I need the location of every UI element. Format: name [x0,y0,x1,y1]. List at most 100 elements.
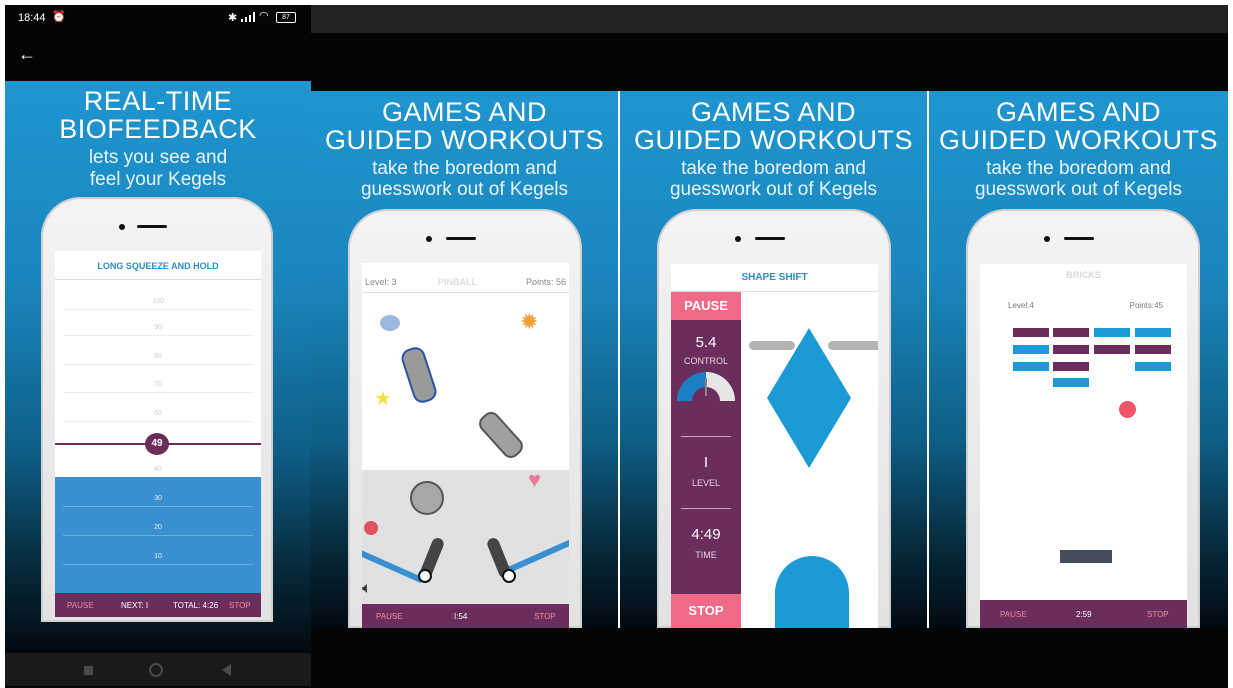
bluetooth-icon: ✱ [228,12,238,24]
brick [1053,378,1089,387]
level-value: I [703,454,709,471]
top-strip [311,5,1228,33]
subheadline-line-2: guesswork out of Kegels [360,179,568,200]
sun-icon: ✹ [520,309,539,334]
brick [1013,328,1049,337]
pause-button[interactable]: PAUSE [67,601,94,610]
subheadline-line-1: take the boredom and [681,158,866,179]
recents-icon[interactable] [84,666,93,675]
ball [410,481,444,515]
stop-button[interactable]: STOP [671,594,741,628]
ball [1119,401,1136,418]
subheadline-line-1: take the boredom and [372,158,557,179]
tick-100: 100 [152,298,164,305]
back-arrow-icon[interactable]: ← [18,44,36,65]
stop-button[interactable]: STOP [1147,610,1169,619]
timer-label: 2:59 [1076,610,1092,619]
brick [1053,345,1089,354]
phone-frame: SHAPE SHIFT PAUSE 5.4 CONTROL I LEVEL 4:… [657,209,891,628]
tick-10: 10 [154,553,162,560]
paddle[interactable] [1060,550,1112,563]
brick [1135,345,1171,354]
game-title: BRICKS [1066,270,1101,280]
wifi-icon: ◠ [259,10,269,22]
tick-80: 80 [154,353,162,360]
player-shape[interactable] [775,556,849,628]
tick-30: 30 [154,495,162,502]
pause-button[interactable]: PAUSE [671,292,741,320]
phone-frame: Level: 3 PINBALL Points: 56 ✹ ★ ♥ 🔈︎ PAU… [348,209,582,628]
tick-90: 90 [154,324,162,331]
level-label: Level: 3 [365,277,397,287]
control-value: 5.4 [695,334,717,351]
bumper-capsule-2 [475,408,527,462]
phone-screen: BRICKS Level:4 Points:45 PAUSE 2:59 STOP [980,264,1187,628]
panel-bricks: GAMES AND GUIDED WORKOUTS take the bored… [929,91,1228,628]
tick-20: 20 [154,524,162,531]
panel-shape-shift: GAMES AND GUIDED WORKOUTS take the bored… [620,91,927,628]
headline-line-1: REAL-TIME [83,86,233,116]
points-label: Points: 56 [525,277,566,287]
time-value: 4:49 [691,526,721,543]
game-title: PINBALL [438,277,477,287]
next-label: NEXT: I [121,601,149,610]
panel-pinball: GAMES AND GUIDED WORKOUTS take the bored… [311,91,618,628]
stop-button[interactable]: STOP [229,601,251,610]
headline-line-1: GAMES AND [690,97,857,127]
heart-icon: ♥ [528,467,542,492]
battery-icon: 87 [276,12,296,23]
headline-line-1: GAMES AND [995,97,1162,127]
cloud-icon [380,315,400,331]
brick [1135,362,1171,371]
stop-button[interactable]: STOP [534,612,556,621]
bottom-controls: PAUSE 2:59 STOP [980,600,1187,628]
level-label: LEVEL [691,478,721,488]
home-icon[interactable] [149,663,163,677]
brick [1053,362,1089,371]
alarm-icon: ⏰ [52,11,66,23]
timer-label: I:54 [454,612,468,621]
brick [1094,345,1130,354]
headline-line-1: GAMES AND [381,97,548,127]
small-ball [364,521,378,535]
subheadline-line-2: feel your Kegels [89,169,227,190]
total-label: TOTAL: 4:26 [173,601,219,610]
brick [1013,362,1049,371]
header-black [311,33,1228,91]
phone-screen: SHAPE SHIFT PAUSE 5.4 CONTROL I LEVEL 4:… [671,264,878,628]
pause-button[interactable]: PAUSE [1000,610,1027,619]
tick-60: 60 [154,410,162,417]
headline-line-2: BIOFEEDBACK [59,114,257,144]
points-label: Points:45 [1129,301,1163,310]
panel-biofeedback: REAL-TIME BIOFEEDBACK lets you see and f… [5,81,311,652]
tick-70: 70 [154,381,162,388]
bottom-controls: PAUSE NEXT: I TOTAL: 4:26 STOP [55,593,261,617]
phone-screen: Level: 3 PINBALL Points: 56 ✹ ★ ♥ 🔈︎ PAU… [362,263,569,628]
pause-button[interactable]: PAUSE [376,612,403,621]
phone-screen: LONG SQUEEZE AND HOLD 100 90 80 70 60 49… [55,251,261,617]
subheadline-line-2: guesswork out of Kegels [669,179,877,200]
star-icon: ★ [374,388,392,410]
headline-line-2: GUIDED WORKOUTS [938,125,1218,155]
signal-icon [241,12,255,22]
control-label: CONTROL [683,356,728,366]
tick-40: 40 [154,466,162,473]
brick [1094,328,1130,337]
time-label: TIME [695,550,717,560]
diamond-shape [767,328,851,468]
brick [1053,328,1089,337]
speaker-icon[interactable]: 🔈︎ [362,581,372,597]
level-label: Level:4 [1008,301,1034,310]
back-nav-icon[interactable] [222,664,231,676]
phone-frame: LONG SQUEEZE AND HOLD 100 90 80 70 60 49… [41,197,273,622]
clock: 18:44 [18,12,46,24]
brick [1013,345,1049,354]
subheadline-line-1: take the boredom and [986,158,1171,179]
screen-title: LONG SQUEEZE AND HOLD [97,261,219,271]
bumper-capsule [398,344,440,406]
subheadline-line-1: lets you see and [88,147,228,168]
phone-frame: BRICKS Level:4 Points:45 PAUSE 2:59 STOP [966,209,1200,628]
headline-line-2: GUIDED WORKOUTS [633,125,913,155]
game-title: SHAPE SHIFT [741,272,808,283]
headline-line-2: GUIDED WORKOUTS [324,125,604,155]
